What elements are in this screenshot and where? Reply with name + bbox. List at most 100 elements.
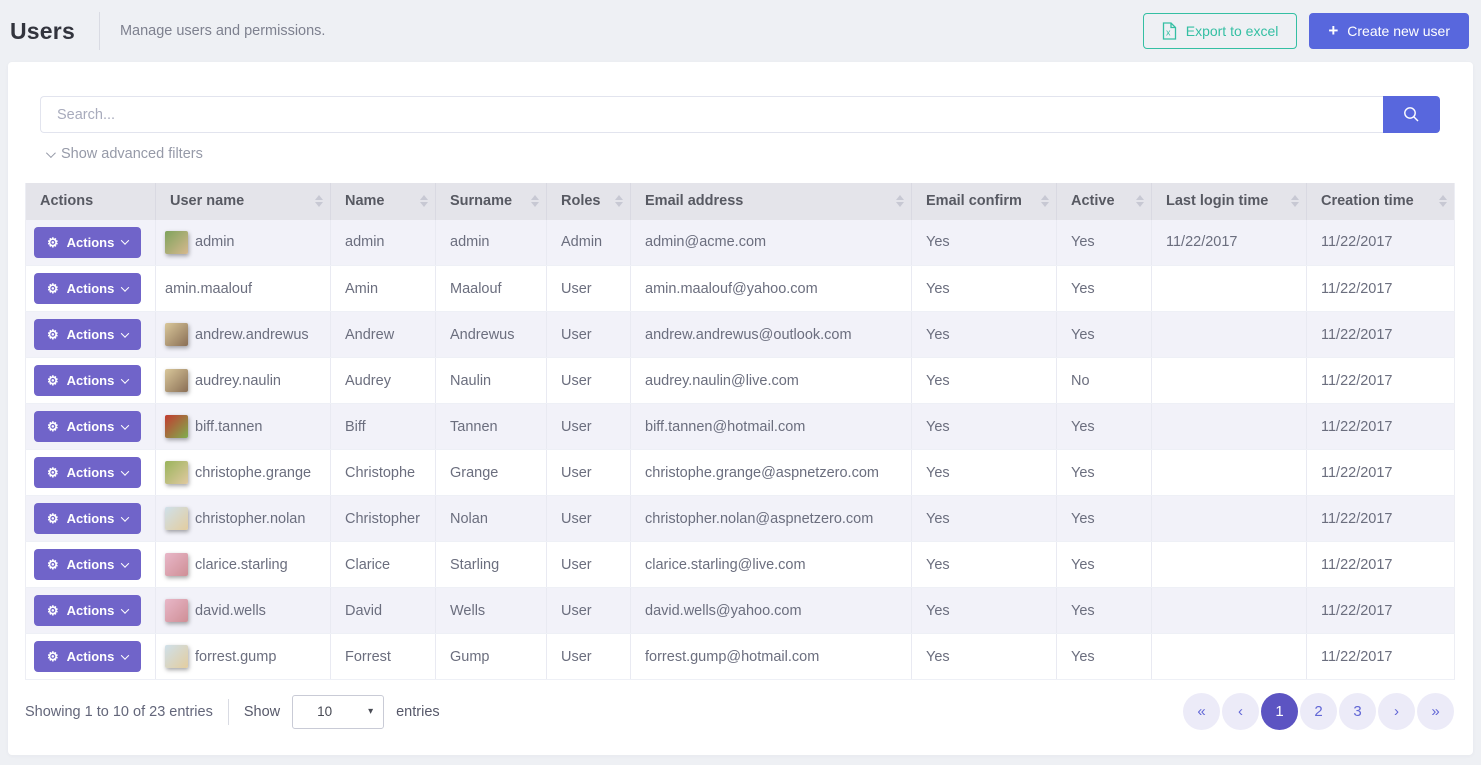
search-button[interactable] — [1383, 96, 1440, 133]
user-name-cell: audrey.naulin — [165, 369, 320, 392]
row-actions-button[interactable]: ⚙ Actions — [34, 641, 142, 672]
row-actions-button[interactable]: ⚙ Actions — [34, 226, 142, 258]
last-login-cell: 11/22/2017 — [1151, 219, 1307, 266]
table-header-row: Actions User name Name Surname Roles Email ad… — [25, 182, 1455, 220]
column-header-creation-time[interactable]: Creation time — [1306, 182, 1455, 220]
prev-page-button[interactable]: ‹ — [1222, 693, 1259, 730]
roles-cell: User — [546, 311, 631, 358]
email-confirm-cell: Yes — [911, 587, 1057, 634]
user-name-cell: clarice.starling — [165, 553, 320, 576]
email-confirm-cell: Yes — [911, 219, 1057, 266]
excel-file-icon: x — [1162, 22, 1176, 40]
gear-icon: ⚙ — [47, 419, 59, 434]
sort-icon — [1439, 195, 1447, 207]
actions-button-label: Actions — [66, 603, 115, 618]
user-name-text: david.wells — [195, 602, 266, 619]
row-actions-button[interactable]: ⚙ Actions — [34, 273, 142, 304]
column-header-name[interactable]: Name — [330, 182, 436, 220]
row-actions-button[interactable]: ⚙ Actions — [34, 319, 142, 350]
column-header-active[interactable]: Active — [1056, 182, 1152, 220]
actions-button-label: Actions — [66, 465, 115, 480]
name-cell: Amin — [330, 265, 436, 312]
name-cell: Christopher — [330, 495, 436, 542]
email-cell: amin.maalouf@yahoo.com — [630, 265, 912, 312]
active-cell: Yes — [1056, 587, 1152, 634]
table-row: ⚙ Actions clarice.starling Clarice Starling U… — [25, 541, 1455, 588]
column-header-user-name[interactable]: User name — [155, 182, 331, 220]
export-to-excel-button[interactable]: x Export to excel — [1142, 13, 1298, 49]
actions-button-label: Actions — [66, 281, 115, 296]
column-header-label: Surname — [450, 193, 513, 209]
row-actions-button[interactable]: ⚙ Actions — [34, 503, 142, 534]
first-page-button[interactable]: « — [1183, 693, 1220, 730]
user-name-cell: christophe.grange — [165, 461, 320, 484]
advanced-filters-toggle[interactable]: Show advanced filters — [45, 146, 203, 162]
creation-time-cell: 11/22/2017 — [1306, 495, 1455, 542]
name-cell: Andrew — [330, 311, 436, 358]
actions-button-label: Actions — [66, 419, 115, 434]
column-header-email-address[interactable]: Email address — [630, 182, 912, 220]
user-name-text: christophe.grange — [195, 464, 312, 481]
plus-icon: + — [1328, 21, 1339, 40]
row-actions-button[interactable]: ⚙ Actions — [34, 365, 142, 396]
page-title: Users — [10, 17, 75, 44]
users-card: Show advanced filters Actions User name Na… — [8, 62, 1473, 755]
column-header-actions: Actions — [25, 182, 156, 220]
chevron-down-icon — [121, 420, 130, 430]
table-row: ⚙ Actions andrew.andrewus Andrew Andrewus Use… — [25, 311, 1455, 358]
column-header-email-confirm[interactable]: Email confirm — [911, 182, 1057, 220]
row-actions-button[interactable]: ⚙ Actions — [34, 457, 142, 488]
active-cell: Yes — [1056, 449, 1152, 496]
actions-button-label: Actions — [66, 234, 115, 250]
surname-cell: admin — [435, 219, 547, 266]
user-name-text: audrey.naulin — [195, 372, 281, 389]
last-login-cell — [1151, 265, 1307, 312]
page-size-value: 10 — [317, 704, 333, 719]
table-row: ⚙ Actions forrest.gump Forrest Gump User forre… — [25, 633, 1455, 680]
creation-time-cell: 11/22/2017 — [1306, 633, 1455, 680]
actions-button-label: Actions — [66, 327, 115, 342]
user-name-text: christopher.nolan — [195, 510, 306, 527]
email-confirm-cell: Yes — [911, 357, 1057, 404]
user-name-text: forrest.gump — [195, 648, 277, 665]
page-3-button[interactable]: 3 — [1339, 693, 1376, 730]
column-header-roles[interactable]: Roles — [546, 182, 631, 220]
name-cell: Christophe — [330, 449, 436, 496]
footer-divider — [227, 698, 229, 725]
page-2-button[interactable]: 2 — [1300, 693, 1337, 730]
email-cell: audrey.naulin@live.com — [630, 357, 912, 404]
actions-button-label: Actions — [66, 649, 115, 664]
column-header-surname[interactable]: Surname — [435, 182, 547, 220]
user-name-text: amin.maalouf — [165, 280, 253, 297]
page-subtitle: Manage users and permissions. — [119, 23, 326, 39]
creation-time-cell: 11/22/2017 — [1306, 311, 1455, 358]
row-actions-button[interactable]: ⚙ Actions — [34, 595, 142, 626]
users-table: Actions User name Name Surname Roles Email ad… — [25, 182, 1455, 680]
row-actions-button[interactable]: ⚙ Actions — [34, 549, 142, 580]
creation-time-cell: 11/22/2017 — [1306, 219, 1455, 266]
last-page-button[interactable]: » — [1417, 693, 1454, 730]
search-icon — [1404, 107, 1419, 122]
search-input[interactable] — [40, 96, 1383, 133]
active-cell: Yes — [1056, 265, 1152, 312]
roles-cell: User — [546, 633, 631, 680]
roles-cell: User — [546, 265, 631, 312]
next-page-button[interactable]: › — [1378, 693, 1415, 730]
surname-cell: Starling — [435, 541, 547, 588]
column-header-label: Email confirm — [926, 193, 1022, 209]
active-cell: Yes — [1056, 311, 1152, 358]
create-new-user-button[interactable]: + Create new user — [1309, 13, 1469, 49]
chevron-down-icon — [121, 604, 130, 614]
row-actions-button[interactable]: ⚙ Actions — [34, 411, 142, 442]
last-login-cell — [1151, 541, 1307, 588]
user-avatar — [165, 553, 188, 576]
roles-cell: User — [546, 495, 631, 542]
page-size-select[interactable]: 10 ▾ — [292, 694, 385, 729]
user-name-cell: christopher.nolan — [165, 507, 320, 530]
actions-button-label: Actions — [66, 557, 115, 572]
actions-button-label: Actions — [66, 373, 115, 388]
gear-icon: ⚙ — [47, 511, 59, 526]
page-1-button[interactable]: 1 — [1261, 693, 1298, 730]
chevron-down-icon — [121, 282, 130, 292]
column-header-last-login-time[interactable]: Last login time — [1151, 182, 1307, 220]
